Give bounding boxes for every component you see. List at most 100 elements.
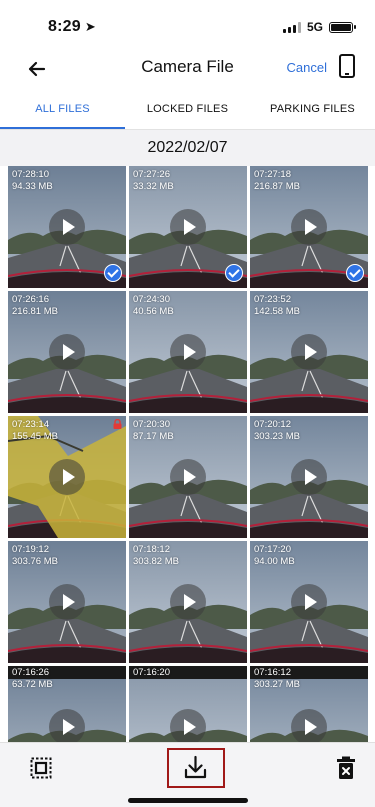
video-thumbnail[interactable]: 07:28:10 94.33 MB <box>8 166 126 288</box>
select-all-button[interactable] <box>30 757 52 779</box>
nav-bar: Camera File Cancel <box>0 50 375 88</box>
thumbnail-time: 07:28:10 <box>12 169 49 180</box>
thumbnail-meta: 07:20:30 87.17 MB <box>133 419 174 443</box>
lock-icon <box>113 419 122 429</box>
thumbnail-time: 07:20:12 <box>254 419 291 430</box>
thumbnail-meta: 07:18:12 303.82 MB <box>133 544 179 568</box>
play-icon[interactable] <box>170 459 206 495</box>
status-bar: 8:29 ➤ 5G <box>0 0 375 50</box>
thumbnail-meta: 07:16:12 303.27 MB <box>254 667 300 691</box>
play-icon[interactable] <box>291 709 327 742</box>
tab-parking-files[interactable]: PARKING FILES <box>250 90 375 129</box>
video-thumbnail[interactable]: 07:20:30 87.17 MB <box>129 416 247 538</box>
checkmark-icon[interactable] <box>225 264 243 282</box>
thumbnail-meta: 07:28:10 94.33 MB <box>12 169 53 193</box>
play-icon[interactable] <box>291 334 327 370</box>
video-thumbnail[interactable]: 07:18:12 303.82 MB <box>129 541 247 663</box>
play-icon[interactable] <box>49 334 85 370</box>
thumbnail-size: 142.58 MB <box>254 306 300 317</box>
video-thumbnail[interactable]: 07:23:52 142.58 MB <box>250 291 368 413</box>
video-thumbnail[interactable]: 07:16:20 <box>129 666 247 742</box>
play-icon[interactable] <box>291 209 327 245</box>
phone-icon[interactable] <box>339 54 355 78</box>
thumbnail-meta: 07:24:30 40.56 MB <box>133 294 174 318</box>
thumbnail-time: 07:19:12 <box>12 544 49 555</box>
thumbnail-meta: 07:17:20 94.00 MB <box>254 544 295 568</box>
checkmark-icon[interactable] <box>346 264 364 282</box>
play-icon[interactable] <box>49 584 85 620</box>
play-icon[interactable] <box>170 209 206 245</box>
thumbnail-time: 07:24:30 <box>133 294 170 305</box>
play-icon[interactable] <box>170 334 206 370</box>
thumbnail-grid: 07:28:10 94.33 MB 07:27:26 33.32 MB 07:27:18… <box>8 166 368 742</box>
delete-button[interactable] <box>336 756 356 780</box>
play-icon[interactable] <box>170 584 206 620</box>
play-icon[interactable] <box>49 459 85 495</box>
play-icon[interactable] <box>49 209 85 245</box>
date-header: 2022/02/07 <box>0 130 375 166</box>
thumbnail-time: 07:27:18 <box>254 169 291 180</box>
status-time: 8:29 ➤ <box>48 18 96 36</box>
video-thumbnail[interactable]: 07:27:26 33.32 MB <box>129 166 247 288</box>
thumbnail-time: 07:26:16 <box>12 294 49 305</box>
home-indicator <box>128 798 248 803</box>
thumbnail-size: 94.00 MB <box>254 556 295 567</box>
thumbnail-size: 40.56 MB <box>133 306 174 317</box>
thumbnail-time: 07:16:12 <box>254 667 291 678</box>
tab-locked-files[interactable]: LOCKED FILES <box>125 90 250 129</box>
location-arrow-icon: ➤ <box>84 19 96 34</box>
download-button[interactable] <box>167 748 225 788</box>
bottom-toolbar <box>0 742 375 807</box>
thumbnail-size: 94.33 MB <box>12 181 53 192</box>
play-icon[interactable] <box>291 459 327 495</box>
play-icon[interactable] <box>170 709 206 742</box>
thumbnail-meta: 07:16:20 <box>133 667 170 679</box>
thumbnail-meta: 07:26:16 216.81 MB <box>12 294 58 318</box>
thumbnail-meta: 07:19:12 303.76 MB <box>12 544 58 568</box>
play-icon[interactable] <box>291 584 327 620</box>
thumbnail-size: 303.27 MB <box>254 679 300 690</box>
thumbnail-meta: 07:27:18 216.87 MB <box>254 169 300 193</box>
signal-icon <box>282 21 301 33</box>
thumbnail-meta: 07:23:14 155.45 MB <box>12 419 58 443</box>
select-all-icon <box>30 757 52 779</box>
clock-text: 8:29 <box>48 18 81 35</box>
thumbnail-time: 07:17:20 <box>254 544 291 555</box>
checkmark-icon[interactable] <box>104 264 122 282</box>
thumbnail-size: 63.72 MB <box>12 679 53 690</box>
status-indicators: 5G <box>282 20 356 34</box>
thumbnail-time: 07:18:12 <box>133 544 170 555</box>
thumbnail-meta: 07:23:52 142.58 MB <box>254 294 300 318</box>
thumbnail-meta: 07:16:26 63.72 MB <box>12 667 53 691</box>
delete-icon <box>337 756 355 779</box>
file-tabs: ALL FILES LOCKED FILES PARKING FILES <box>0 90 375 130</box>
thumbnail-size: 216.87 MB <box>254 181 300 192</box>
thumbnail-size: 303.82 MB <box>133 556 179 567</box>
video-thumbnail[interactable]: 07:26:16 216.81 MB <box>8 291 126 413</box>
thumbnail-size: 303.76 MB <box>12 556 58 567</box>
tab-all-files[interactable]: ALL FILES <box>0 90 125 129</box>
thumbnail-time: 07:27:26 <box>133 169 170 180</box>
thumbnail-time: 07:16:26 <box>12 667 49 678</box>
video-thumbnail[interactable]: 07:16:26 63.72 MB <box>8 666 126 742</box>
thumbnail-size: 87.17 MB <box>133 431 174 442</box>
video-thumbnail[interactable]: 07:27:18 216.87 MB <box>250 166 368 288</box>
video-thumbnail[interactable]: 07:23:14 155.45 MB <box>8 416 126 538</box>
thumbnail-meta: 07:20:12 303.23 MB <box>254 419 300 443</box>
thumbnail-size: 303.23 MB <box>254 431 300 442</box>
download-icon <box>184 755 207 779</box>
cancel-button[interactable]: Cancel <box>287 60 327 75</box>
thumbnail-meta: 07:27:26 33.32 MB <box>133 169 174 193</box>
camera-file-screen: 8:29 ➤ 5G Camera File Cancel ALL FILES LO… <box>0 0 375 807</box>
play-icon[interactable] <box>49 709 85 742</box>
thumbnail-time: 07:16:20 <box>133 667 170 678</box>
network-type: 5G <box>306 20 323 34</box>
thumbnail-time: 07:23:52 <box>254 294 291 305</box>
video-thumbnail[interactable]: 07:17:20 94.00 MB <box>250 541 368 663</box>
video-thumbnail[interactable]: 07:20:12 303.23 MB <box>250 416 368 538</box>
thumbnail-size: 33.32 MB <box>133 181 174 192</box>
video-thumbnail[interactable]: 07:19:12 303.76 MB <box>8 541 126 663</box>
battery-icon <box>329 21 356 33</box>
video-thumbnail[interactable]: 07:16:12 303.27 MB <box>250 666 368 742</box>
video-thumbnail[interactable]: 07:24:30 40.56 MB <box>129 291 247 413</box>
